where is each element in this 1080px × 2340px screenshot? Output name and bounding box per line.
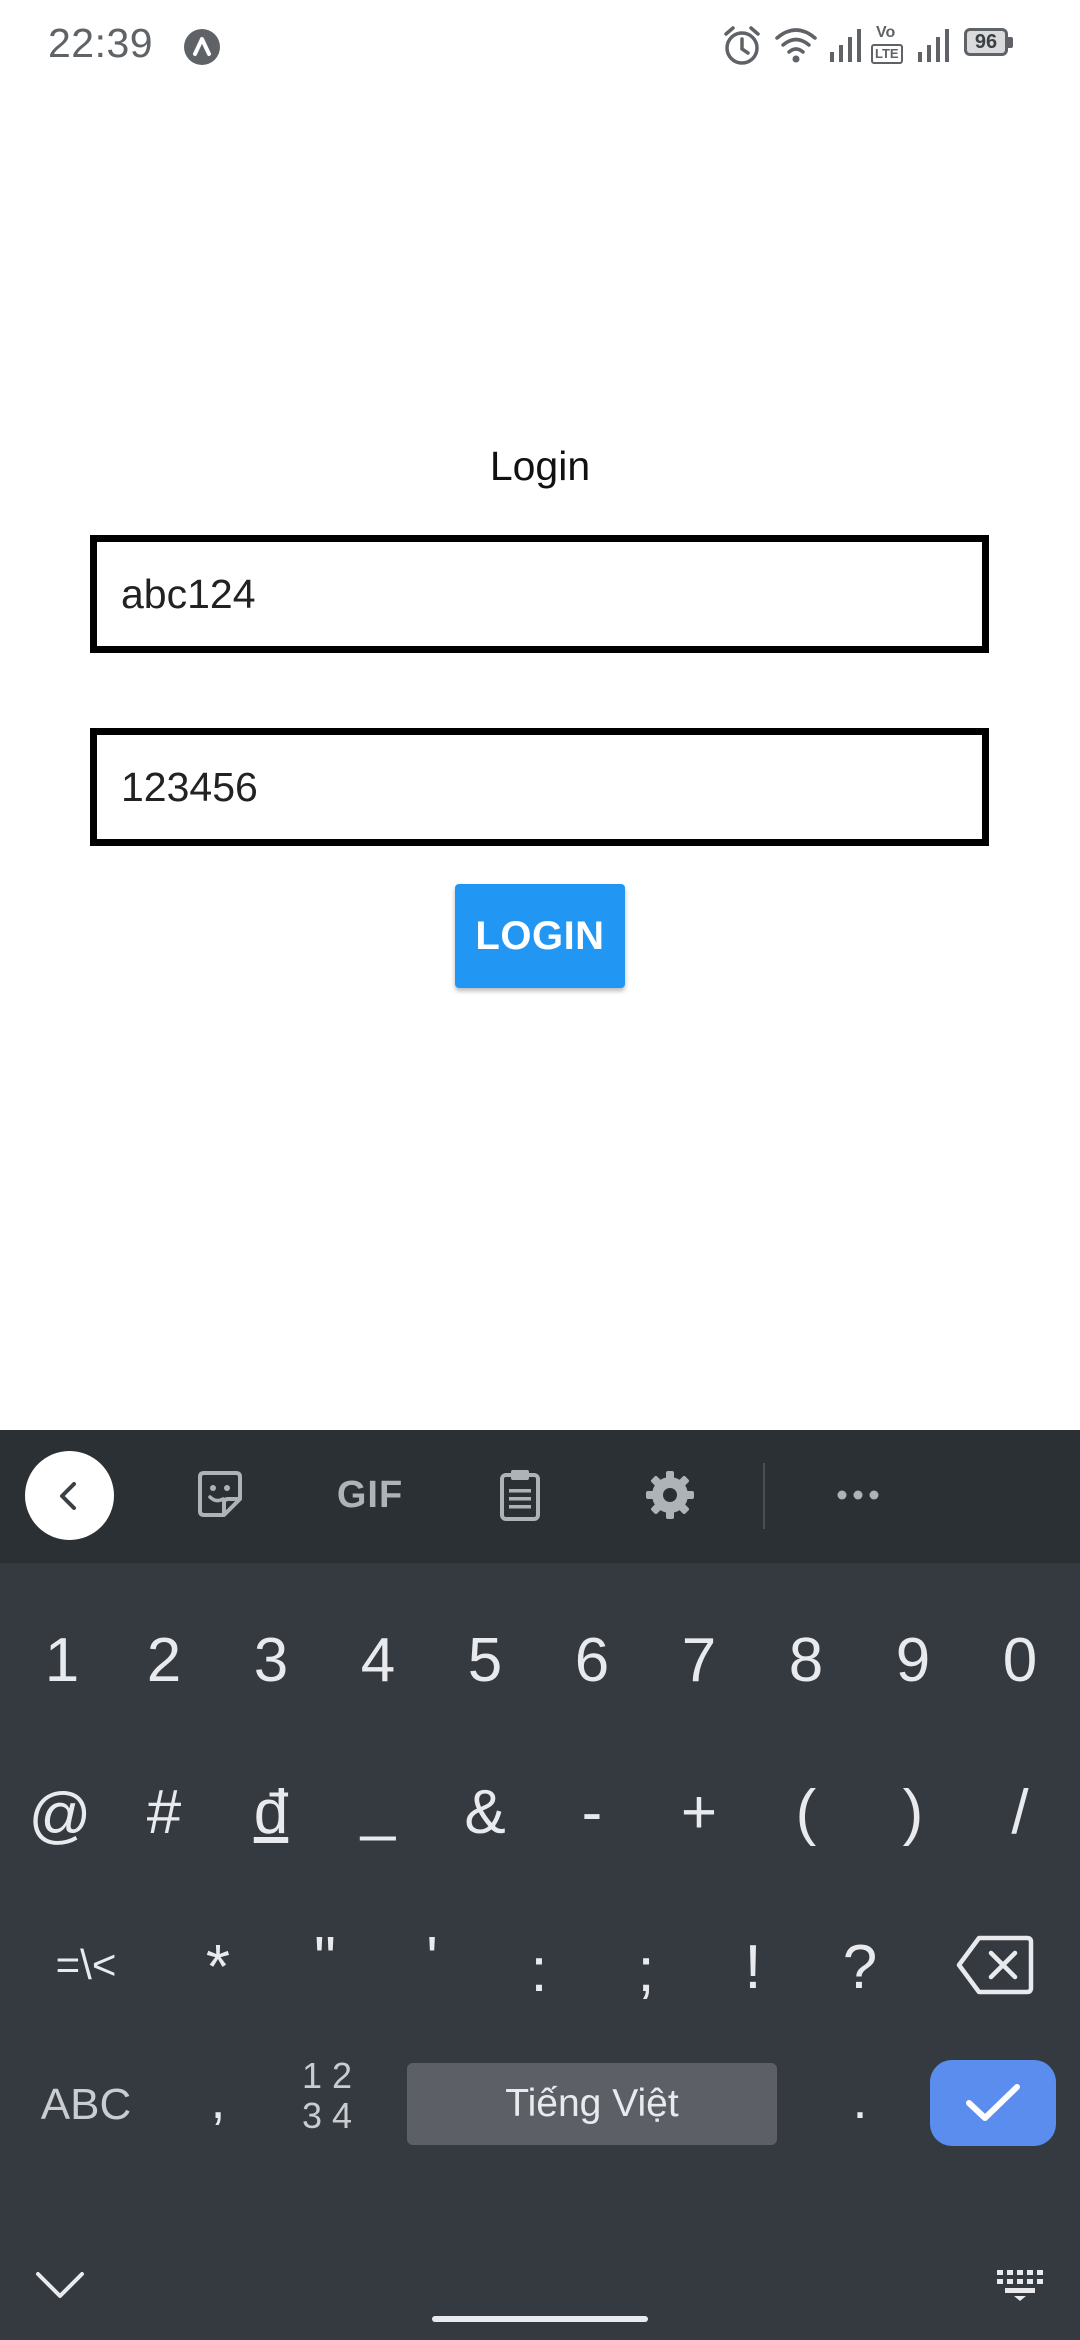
key-open-paren[interactable]: ( — [766, 1767, 846, 1857]
key-3[interactable]: 3 — [231, 1615, 311, 1705]
key-6[interactable]: 6 — [552, 1615, 632, 1705]
key-4[interactable]: 4 — [338, 1615, 418, 1705]
volte-label: Vo — [876, 24, 896, 41]
battery-icon: 96 — [964, 28, 1018, 60]
numpad-top: 1 2 — [301, 2055, 353, 2096]
home-indicator[interactable] — [432, 2316, 648, 2322]
password-value: 123456 — [121, 763, 258, 810]
enter-key[interactable] — [930, 2060, 1056, 2146]
lte-label: LTE — [871, 44, 903, 64]
alarm-icon — [720, 24, 764, 73]
gif-icon[interactable]: GIF — [325, 1450, 415, 1540]
sticker-icon[interactable] — [175, 1450, 265, 1540]
key-single-quote[interactable]: ' — [392, 1914, 472, 2004]
key-plus[interactable]: + — [659, 1767, 739, 1857]
check-icon — [966, 2084, 1020, 2121]
status-icons: Vo LTE 96 — [660, 0, 1080, 92]
keyboard-switch-icon[interactable] — [980, 2245, 1060, 2325]
page-title: Login — [489, 443, 591, 489]
password-field[interactable]: 123456 — [90, 728, 989, 846]
keyboard-toolbar: GIF — [0, 1430, 1080, 1563]
key-colon[interactable]: : — [499, 1925, 579, 2015]
app-notification-icon — [183, 28, 221, 71]
key-semicolon[interactable]: ; — [606, 1925, 686, 2015]
status-bar: 22:39 Vo LTE 96 — [0, 0, 1080, 92]
login-button[interactable]: LOGIN — [455, 884, 625, 988]
signal-icon — [828, 28, 864, 69]
more-icon[interactable] — [813, 1450, 903, 1540]
keyboard: GIF 1 2 3 4 5 6 7 8 9 0 @ # đ _ & - + (… — [0, 1430, 1080, 2340]
username-value: abc124 — [121, 570, 256, 617]
battery-level: 96 — [974, 31, 998, 53]
key-close-paren[interactable]: ) — [873, 1767, 953, 1857]
key-period[interactable]: . — [820, 2055, 900, 2145]
key-d-stroke[interactable]: đ — [231, 1767, 311, 1857]
settings-icon[interactable] — [625, 1450, 715, 1540]
volte-icon: Vo LTE — [870, 24, 908, 66]
key-question[interactable]: ? — [820, 1922, 900, 2012]
screen: 22:39 Vo LTE 96 Login abc124 123456 LOGI… — [0, 0, 1080, 2340]
signal-icon — [916, 28, 952, 69]
key-5[interactable]: 5 — [445, 1615, 525, 1705]
key-slash[interactable]: / — [980, 1767, 1060, 1857]
back-icon[interactable] — [25, 1451, 114, 1540]
key-more-symbols[interactable]: =\< — [30, 1920, 142, 2010]
key-exclamation[interactable]: ! — [713, 1922, 793, 2012]
key-minus[interactable]: - — [552, 1767, 632, 1857]
key-double-quote[interactable]: " — [285, 1914, 365, 2004]
key-asterisk[interactable]: * — [178, 1922, 258, 2012]
key-7[interactable]: 7 — [659, 1615, 739, 1705]
key-9[interactable]: 9 — [873, 1615, 953, 1705]
key-8[interactable]: 8 — [766, 1615, 846, 1705]
key-at[interactable]: @ — [20, 1770, 100, 1860]
status-time: 22:39 — [48, 20, 154, 66]
backspace-icon[interactable] — [945, 1920, 1045, 2010]
key-0[interactable]: 0 — [980, 1615, 1060, 1705]
numpad-key[interactable]: 1 2 3 4 — [290, 2056, 364, 2142]
username-field[interactable]: abc124 — [90, 535, 989, 653]
key-hash[interactable]: # — [124, 1767, 204, 1857]
numpad-bottom: 3 4 — [301, 2095, 353, 2136]
key-comma[interactable]: , — [178, 2055, 258, 2145]
space-key[interactable]: Tiếng Việt — [407, 2063, 777, 2145]
gif-label: GIF — [336, 1473, 404, 1516]
toolbar-divider — [763, 1463, 765, 1529]
key-underscore[interactable]: _ — [338, 1762, 418, 1852]
key-1[interactable]: 1 — [22, 1615, 102, 1705]
key-2[interactable]: 2 — [124, 1615, 204, 1705]
wifi-icon — [774, 26, 818, 69]
key-ampersand[interactable]: & — [445, 1767, 525, 1857]
abc-key[interactable]: ABC — [30, 2060, 142, 2150]
hide-keyboard-icon[interactable] — [20, 2245, 100, 2325]
clipboard-icon[interactable] — [475, 1450, 565, 1540]
